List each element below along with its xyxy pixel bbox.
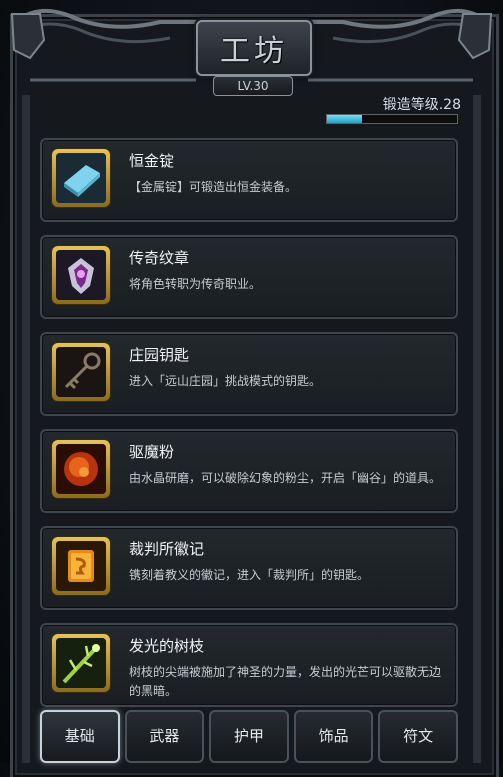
list-item[interactable]: 恒金锭 【金属锭】可锻造出恒金装备。 xyxy=(40,138,458,222)
icon-frame xyxy=(52,634,110,692)
tab-accessories[interactable]: 饰品 xyxy=(293,710,374,763)
item-name: 裁判所徽记 xyxy=(129,540,205,558)
key-icon xyxy=(56,347,106,397)
exorcism-powder-icon xyxy=(56,444,106,494)
forge-level-label: 锻造等级.28 xyxy=(382,97,461,113)
metal-ingot-icon xyxy=(56,153,106,203)
item-description: 将角色转职为传奇职业。 xyxy=(129,277,262,291)
icon-frame xyxy=(52,246,110,304)
legendary-crest-icon xyxy=(56,250,106,300)
title-plate: 工坊 xyxy=(196,20,312,76)
list-item[interactable]: 驱魔粉 由水晶研磨，可以破除幻象的粉尘，开启「幽谷」的道具。 xyxy=(40,429,458,513)
item-name: 发光的树枝 xyxy=(129,637,205,655)
tab-armor[interactable]: 护甲 xyxy=(209,710,289,763)
icon-frame xyxy=(52,537,110,595)
item-list: 恒金锭 【金属锭】可锻造出恒金装备。 传奇纹章 将角色转职为传奇职业。 庄园钥匙… xyxy=(40,138,458,720)
tab-basic[interactable]: 基础 xyxy=(40,710,120,763)
icon-frame xyxy=(52,343,110,401)
item-description: 由水晶研磨，可以破除幻象的粉尘，开启「幽谷」的道具。 xyxy=(129,471,442,485)
tab-runes[interactable]: 符文 xyxy=(378,710,458,763)
page-title: 工坊 xyxy=(220,34,288,69)
category-tabs: 基础 武器 护甲 饰品 符文 xyxy=(40,710,458,763)
list-item[interactable]: 传奇纹章 将角色转职为传奇职业。 xyxy=(40,235,458,319)
glowing-branch-icon xyxy=(56,638,106,688)
item-description: 镌刻着教义的徽记，进入「裁判所」的钥匙。 xyxy=(129,568,370,582)
item-name: 庄园钥匙 xyxy=(129,346,190,364)
item-description: 树枝的尖端被施加了神圣的力量，发出的光芒可以驱散无边的黑暗。 xyxy=(129,665,442,698)
list-item[interactable]: 裁判所徽记 镌刻着教义的徽记，进入「裁判所」的钥匙。 xyxy=(40,526,458,610)
list-item[interactable]: 发光的树枝 树枝的尖端被施加了神圣的力量，发出的光芒可以驱散无边的黑暗。 xyxy=(40,623,458,707)
item-name: 传奇纹章 xyxy=(129,249,190,267)
item-description: 进入「远山庄园」挑战模式的钥匙。 xyxy=(129,374,322,388)
icon-frame xyxy=(52,440,110,498)
list-item[interactable]: 庄园钥匙 进入「远山庄园」挑战模式的钥匙。 xyxy=(40,332,458,416)
item-name: 驱魔粉 xyxy=(129,443,175,461)
panel-left-rail xyxy=(22,95,30,763)
panel-right-rail xyxy=(473,95,481,763)
forge-progress-bar xyxy=(326,114,458,124)
forge-progress-fill xyxy=(327,115,363,123)
tribunal-emblem-icon xyxy=(56,541,106,591)
item-description: 【金属锭】可锻造出恒金装备。 xyxy=(129,180,298,194)
icon-frame xyxy=(52,149,110,207)
tab-weapons[interactable]: 武器 xyxy=(124,710,205,763)
item-name: 恒金锭 xyxy=(129,152,175,170)
workshop-level-badge: LV.30 xyxy=(213,76,293,96)
